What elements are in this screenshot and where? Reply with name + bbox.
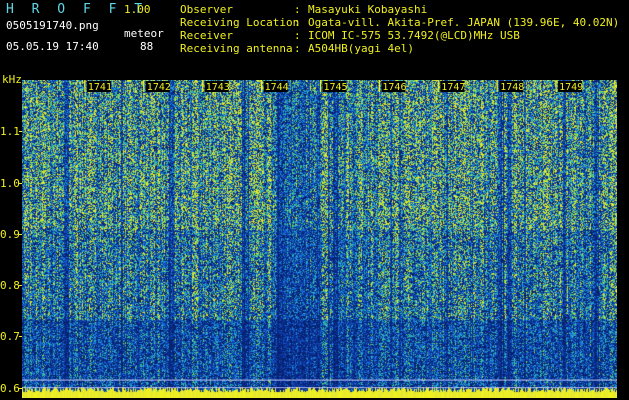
minute-label: 1742: [147, 82, 171, 93]
app-version: 1.00: [124, 3, 151, 16]
info-value: A504HB(yagi 4el): [308, 42, 414, 55]
y-tick-label: 1.1: [0, 125, 20, 139]
meteor-count: 88: [140, 40, 154, 53]
info-key: Observer: [180, 3, 233, 16]
spectrogram-overlay: 1741174217431744174517461747174817491750: [22, 80, 617, 389]
spectrogram: 1741174217431744174517461747174817491750: [22, 80, 617, 398]
info-key: Receiving antenna: [180, 42, 293, 55]
info-separator: :: [294, 3, 301, 16]
info-separator: :: [294, 29, 301, 42]
y-tick-label: 0.8: [0, 279, 20, 293]
info-key: Receiving Location: [180, 16, 300, 29]
mode-label: meteor: [124, 27, 164, 40]
y-axis-unit: kHz: [2, 73, 22, 86]
y-tick-label: 0.6: [0, 381, 20, 395]
info-key: Receiver: [180, 29, 233, 42]
y-tick-label: 0.9: [0, 227, 20, 241]
minute-label: 1741: [88, 82, 112, 93]
minute-label: 1746: [382, 82, 406, 93]
date-time: 05.05.19 17:40: [6, 40, 99, 53]
info-value: Masayuki Kobayashi: [308, 3, 428, 16]
info-separator: :: [294, 16, 301, 29]
y-tick-label: 1.0: [0, 176, 20, 190]
file-name: 0505191740.png: [6, 19, 99, 32]
minute-label: 1744: [265, 82, 289, 93]
minute-label: 1748: [500, 82, 524, 93]
info-separator: :: [294, 42, 301, 55]
hrofft-window: H R O F F T 1.00 0505191740.png meteor 0…: [0, 0, 629, 400]
minute-label: 1749: [559, 82, 583, 93]
minute-label: 1747: [441, 82, 465, 93]
info-value: ICOM IC-575 53.7492(@LCD)MHz USB: [308, 29, 520, 42]
info-value: Ogata-vill. Akita-Pref. JAPAN (139.96E, …: [308, 16, 620, 29]
minute-label: 1745: [324, 82, 348, 93]
y-tick-label: 0.7: [0, 330, 20, 344]
minute-label: 1743: [206, 82, 230, 93]
